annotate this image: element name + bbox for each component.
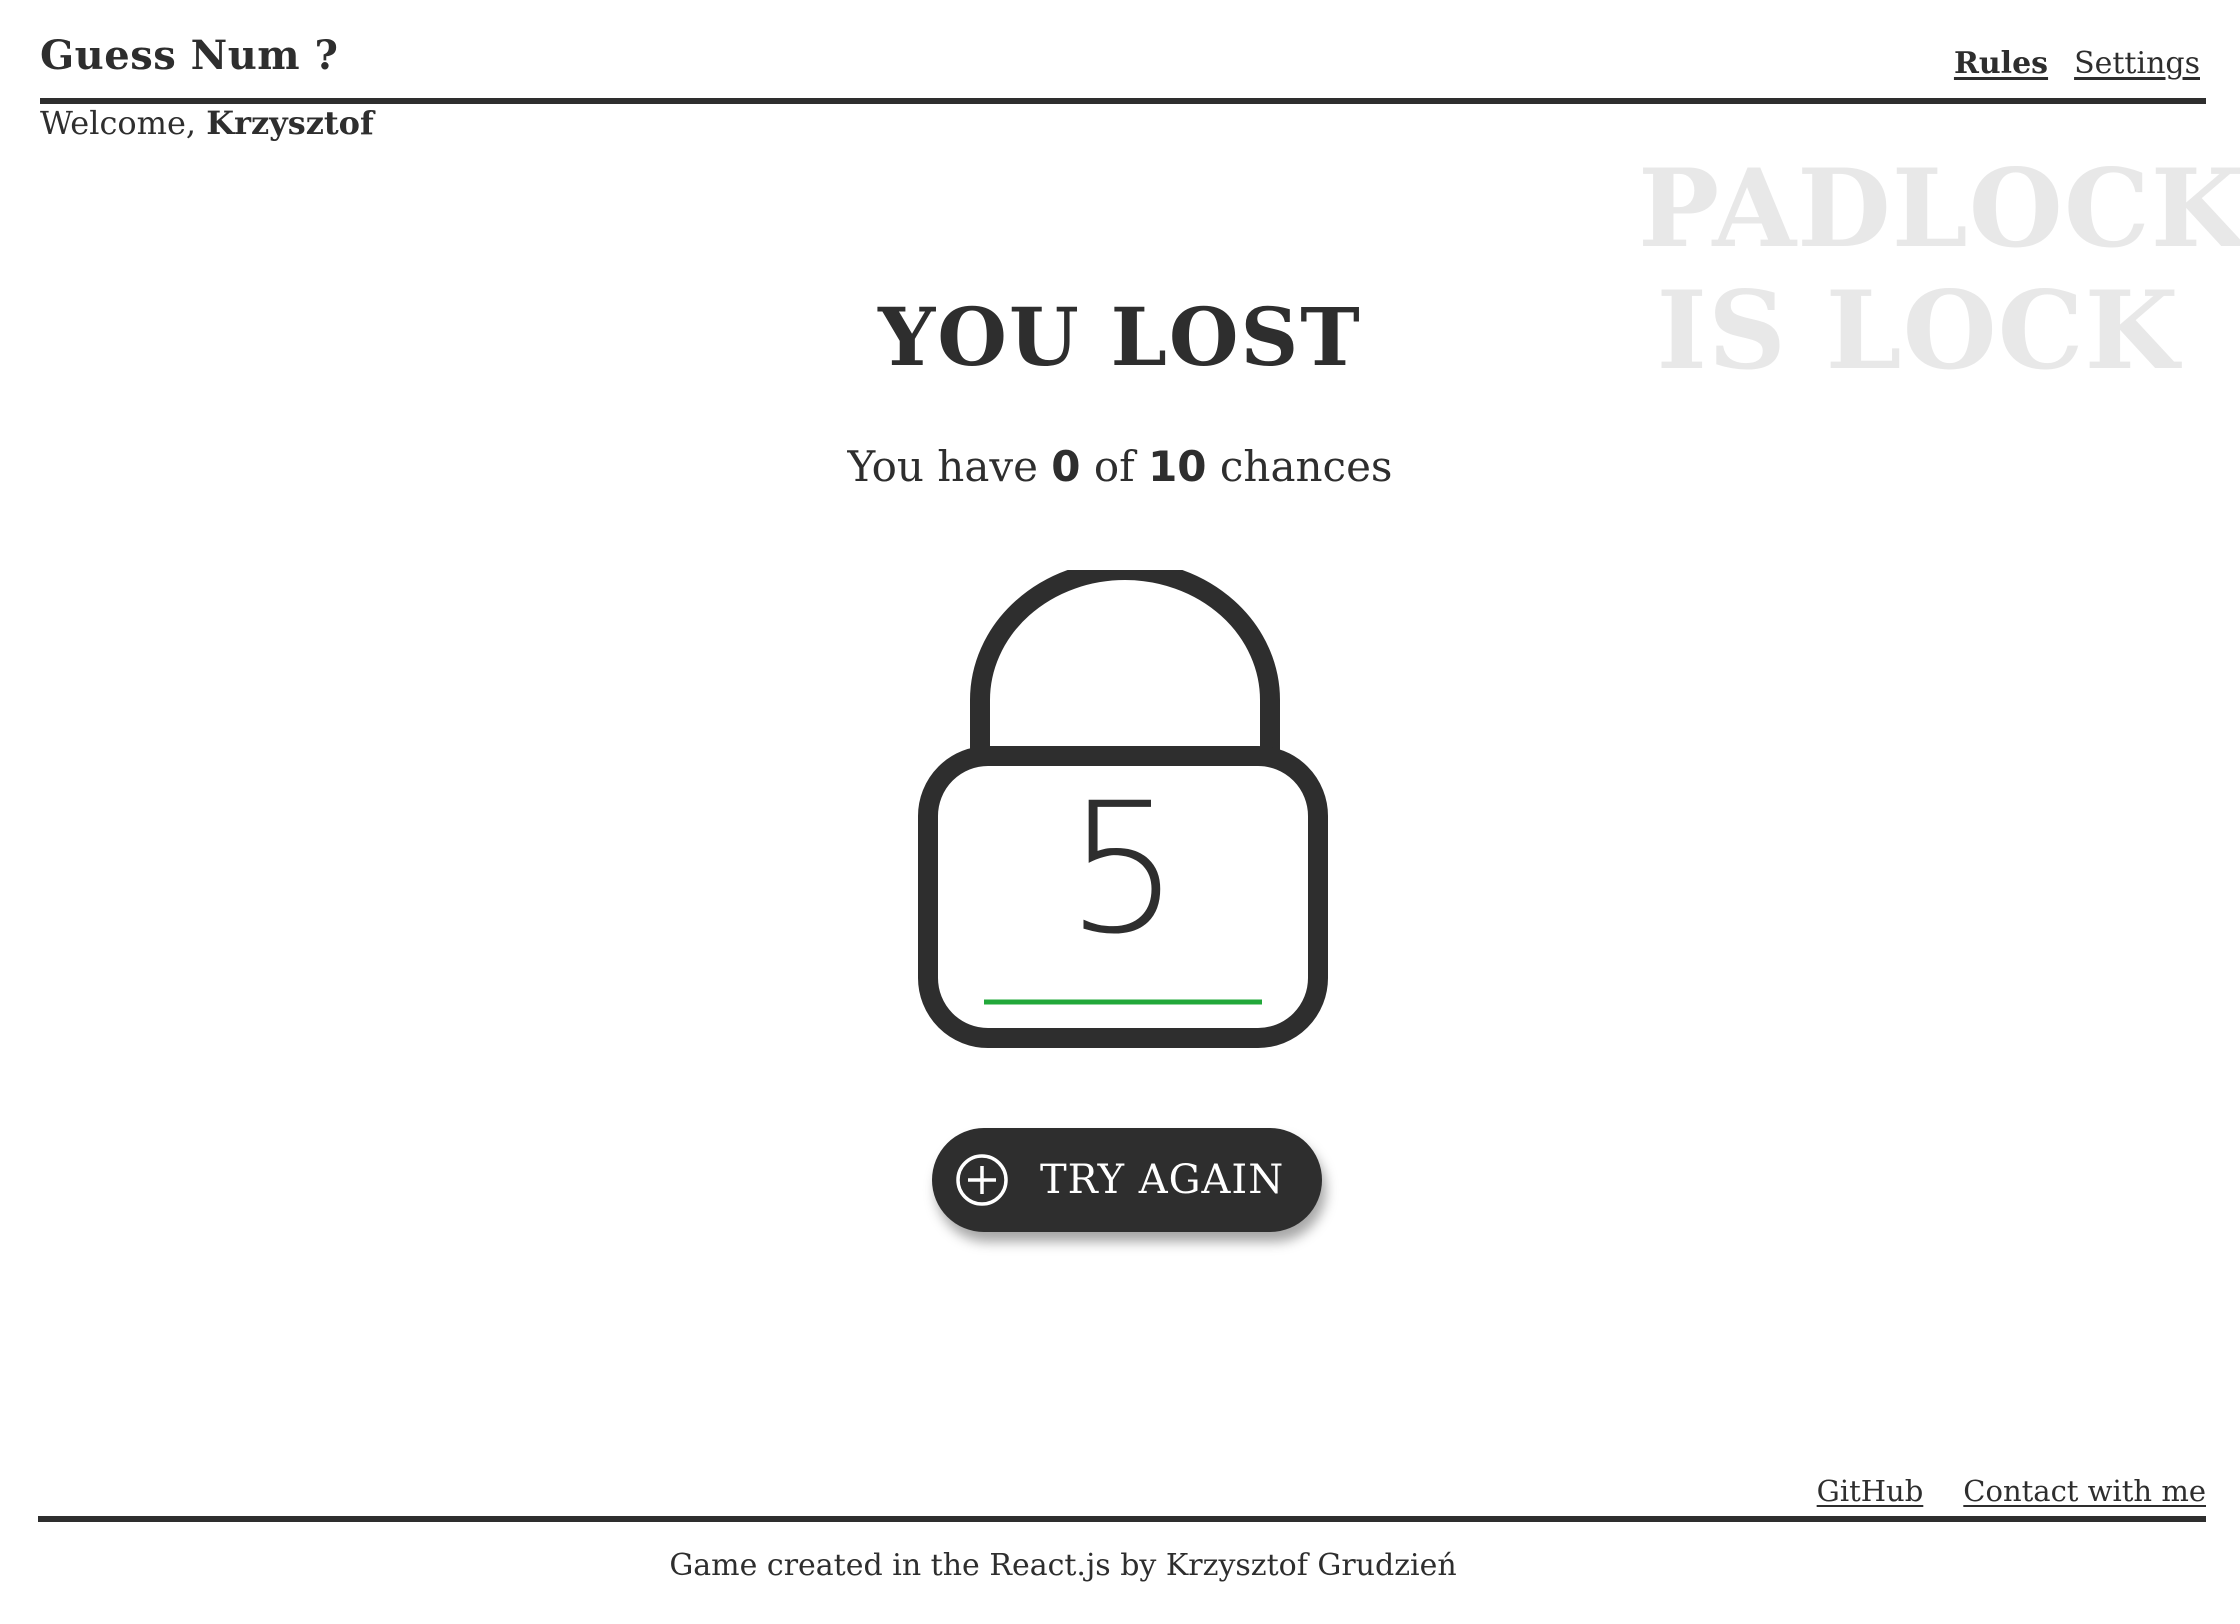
chances-counter: You have 0 of 10 chances <box>0 442 2240 491</box>
plus-circle-icon <box>956 1154 1008 1206</box>
chances-middle: of <box>1080 442 1149 491</box>
nav-settings-link[interactable]: Settings <box>2074 46 2200 81</box>
chances-suffix: chances <box>1206 442 1393 491</box>
welcome-prefix: Welcome, <box>40 104 207 142</box>
app-title: Guess Num ? <box>40 32 339 79</box>
result-title: YOU LOST <box>878 290 1362 384</box>
welcome-message: Welcome, Krzysztof <box>40 104 374 142</box>
padlock: 5 <box>918 570 1328 1060</box>
watermark-line-1: PADLOCK <box>1638 146 2240 272</box>
chances-remaining: 0 <box>1051 442 1081 491</box>
welcome-username: Krzysztof <box>206 104 374 142</box>
padlock-shackle <box>970 570 1280 756</box>
nav-rules-link[interactable]: Rules <box>1954 46 2048 81</box>
footer-links: GitHub Contact with me <box>1817 1474 2206 1508</box>
github-link[interactable]: GitHub <box>1817 1474 1924 1508</box>
footer-divider <box>38 1516 2206 1522</box>
contact-link[interactable]: Contact with me <box>1963 1474 2206 1508</box>
try-again-button[interactable]: TRY AGAIN <box>932 1128 1322 1232</box>
chances-total: 10 <box>1148 442 1207 491</box>
lock-number: 5 <box>1065 765 1181 974</box>
try-again-label: TRY AGAIN <box>1040 1157 1285 1203</box>
header: Guess Num ? Rules Settings <box>40 0 2206 104</box>
top-nav: Rules Settings <box>1954 46 2200 81</box>
footer-credit: Game created in the React.js by Krzyszto… <box>669 1548 1457 1583</box>
chances-prefix: You have <box>847 442 1052 491</box>
